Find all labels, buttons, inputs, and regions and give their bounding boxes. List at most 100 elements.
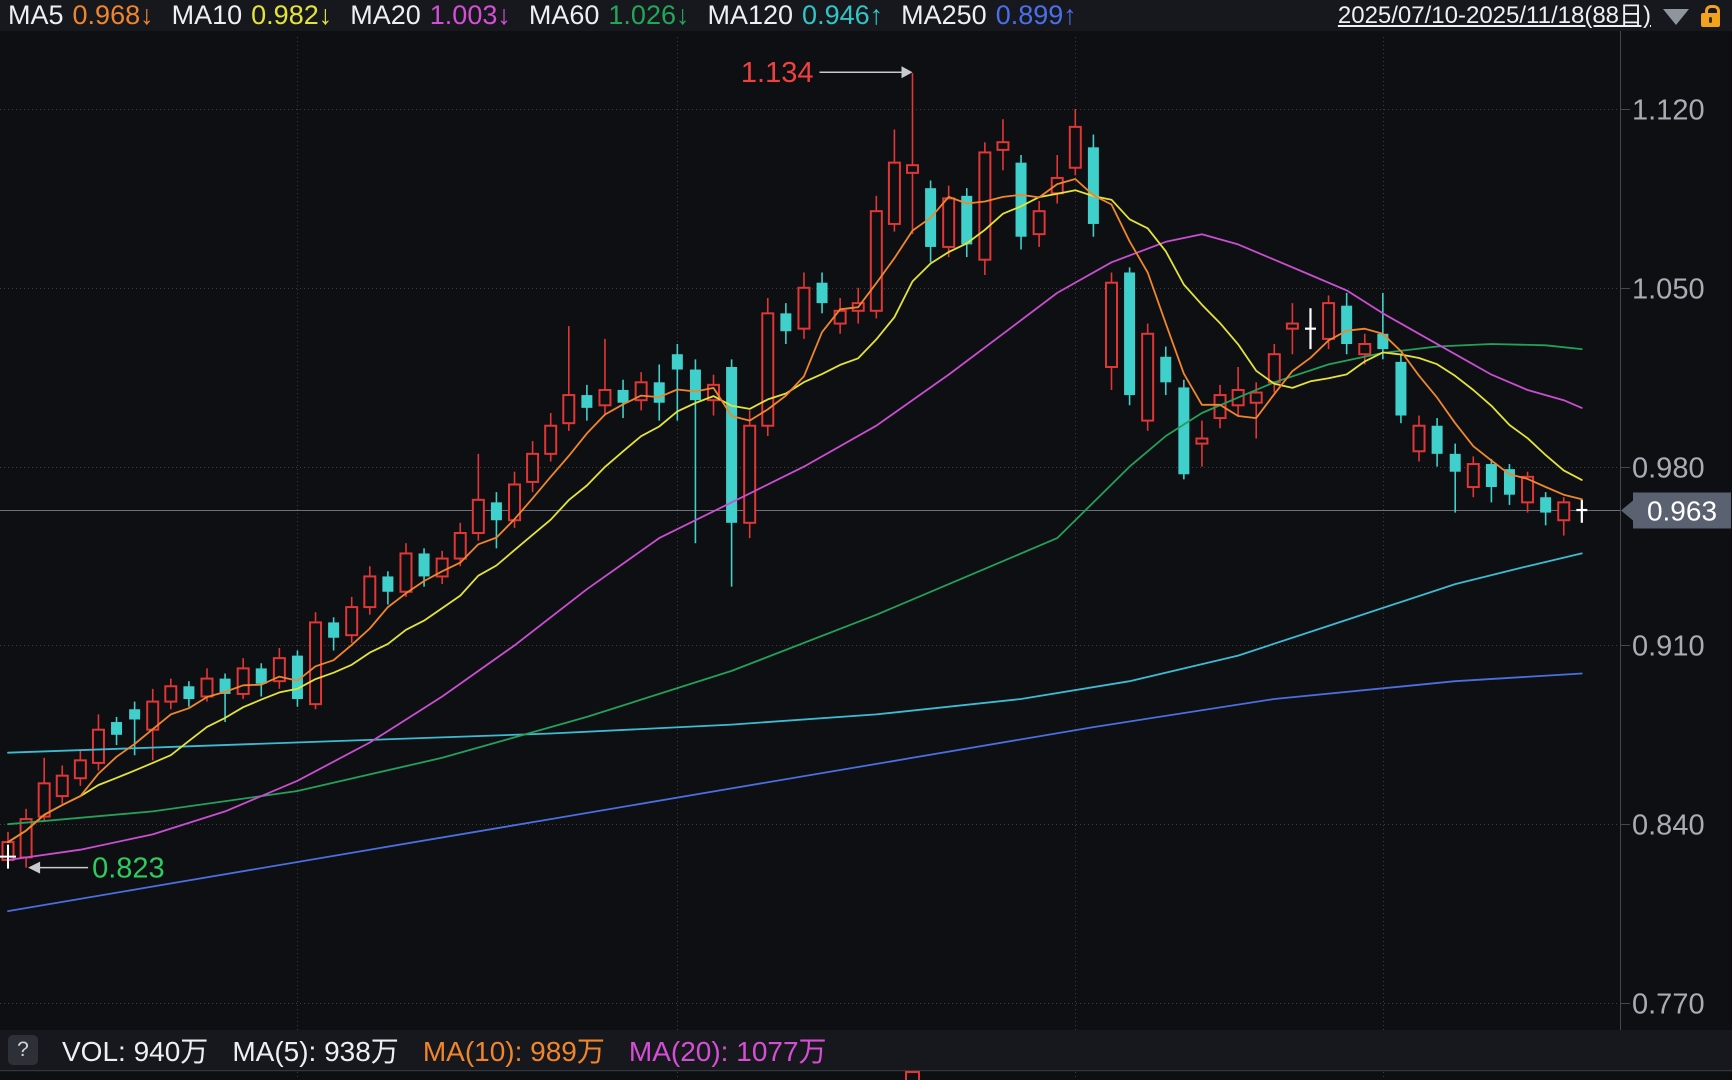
volume-pane-peek [0, 1071, 1732, 1080]
candle [581, 385, 592, 421]
candle-body [400, 553, 411, 591]
candle-body [1359, 344, 1370, 354]
candle-body [21, 819, 32, 857]
candle [183, 681, 194, 707]
candle [1468, 456, 1479, 497]
candle [1088, 135, 1099, 237]
candle-body [491, 502, 502, 520]
candle [111, 717, 122, 745]
candle [1558, 497, 1569, 535]
candle [1052, 155, 1063, 204]
candle-body [1504, 469, 1515, 495]
candlestick-chart[interactable]: 1.1201.0500.9800.9100.8400.7701.1340.823… [0, 0, 1732, 1080]
ma-label: MA20 [350, 0, 421, 31]
candle [1305, 308, 1316, 349]
candle-body [328, 622, 339, 637]
high-marker-label: 1.134 [741, 57, 814, 89]
candle [1450, 444, 1461, 513]
candle [690, 359, 701, 543]
candle [1178, 380, 1189, 480]
candle [238, 658, 249, 699]
candle [599, 339, 610, 416]
candle [835, 298, 846, 334]
candle-body [907, 165, 918, 173]
candle-body [256, 668, 267, 683]
candle-body [1450, 454, 1461, 472]
candle [1395, 354, 1406, 423]
date-range-selector[interactable]: 2025/07/10-2025/11/18(88日) [1338, 0, 1651, 31]
candle-body [57, 776, 68, 796]
candle-body [1395, 362, 1406, 416]
candle-body [39, 783, 50, 816]
candle [1070, 109, 1081, 175]
candle-body [545, 426, 556, 454]
candle-body [672, 354, 683, 369]
ma-legend-item-ma20: MA20 1.003↓ [350, 0, 511, 31]
candle [889, 129, 900, 231]
candle [310, 612, 321, 709]
lock-icon[interactable] [1701, 13, 1720, 27]
chevron-down-icon[interactable] [1663, 9, 1689, 25]
candle [1016, 155, 1027, 250]
candle [907, 73, 918, 234]
candle-body [780, 313, 791, 331]
vol-ma20-value: MA(20): 1077万 [629, 1030, 827, 1070]
y-axis-label: 0.980 [1632, 453, 1705, 485]
ma-value: 1.026↓ [608, 0, 689, 31]
y-axis-label: 1.050 [1632, 274, 1705, 306]
candle-body [238, 668, 249, 694]
candle [563, 326, 574, 431]
candle-body [129, 709, 140, 719]
ma-legend-item-ma5: MA50.968↓ [8, 0, 154, 31]
candle-body [455, 533, 466, 559]
candle-body [1414, 426, 1425, 452]
candle-body [599, 390, 610, 405]
candle [346, 597, 357, 643]
candle-body [1269, 354, 1280, 382]
candle-body [871, 211, 882, 311]
candle [1504, 464, 1515, 505]
candle-body [997, 142, 1008, 150]
candle-body [1558, 502, 1569, 520]
vol-ma5-value: MA(5): 938万 [232, 1030, 399, 1070]
candle-body [1124, 272, 1135, 395]
candle [400, 543, 411, 597]
candle [726, 359, 737, 586]
candle [1540, 492, 1551, 525]
candle-body [75, 760, 86, 778]
ma120-line [8, 553, 1582, 752]
candle-body [1251, 393, 1262, 403]
y-axis-label: 1.120 [1632, 95, 1705, 127]
ma-label: MA10 [172, 0, 243, 31]
candle [1142, 324, 1153, 431]
candle-body [473, 500, 484, 533]
candle [979, 142, 990, 275]
candle-body [798, 288, 809, 329]
high-marker-arrowhead [902, 66, 913, 78]
ma-label: MA60 [529, 0, 600, 31]
ma-legend: MA50.968↓ MA10 0.982↓ MA20 1.003↓ MA60 1.026↓ M… [8, 0, 1095, 31]
ma250-line [8, 674, 1582, 912]
candle [1196, 421, 1207, 467]
candle [1124, 267, 1135, 405]
ma-value: 0.982↓ [251, 0, 332, 31]
volume-bar [906, 1072, 919, 1080]
candle-body [1070, 127, 1081, 168]
candle-body [618, 390, 629, 403]
help-button[interactable]: ? [8, 1035, 38, 1065]
candle [527, 441, 538, 492]
candle [1377, 293, 1388, 359]
candle [1341, 293, 1352, 354]
ma-value: 1.003↓ [430, 0, 511, 31]
candle [57, 765, 68, 803]
candle-body [563, 395, 574, 423]
y-axis-label: 0.910 [1632, 631, 1705, 663]
app-root: 1.1201.0500.9800.9100.8400.7701.1340.823… [0, 0, 1732, 1080]
candle-body [726, 367, 737, 523]
candle [798, 272, 809, 338]
candle-body [979, 152, 990, 259]
ma-legend-item-ma120: MA1200.946↑ [707, 0, 883, 31]
candle [93, 714, 104, 770]
candle-body [93, 730, 104, 763]
candle-body [527, 454, 538, 482]
